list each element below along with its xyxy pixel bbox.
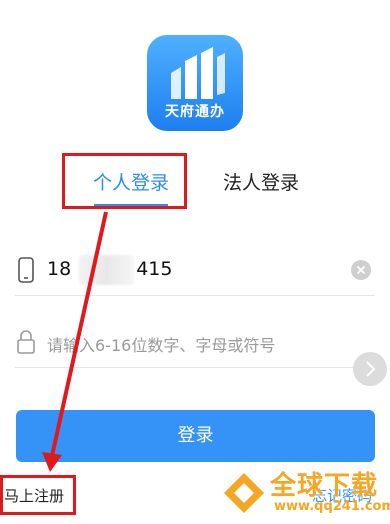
password-divider xyxy=(15,367,375,368)
clear-icon[interactable] xyxy=(351,260,371,280)
chevron-right-icon xyxy=(366,361,376,377)
logo-text: 天府通办 xyxy=(165,104,225,120)
password-placeholder: 请输入6-16位数字、字母或符号 xyxy=(47,336,276,355)
password-field[interactable]: 请输入6-16位数字、字母或符号 xyxy=(15,316,375,368)
phone-value-suffix: 415 xyxy=(136,258,173,280)
phone-value-prefix: 18 xyxy=(47,258,72,280)
watermark-text: 全球下载 xyxy=(270,471,379,501)
chevron-right-button[interactable] xyxy=(353,352,387,386)
app-logo: 天府通办 xyxy=(147,35,243,131)
login-button[interactable]: 登录 xyxy=(16,410,375,462)
lock-icon xyxy=(17,330,35,354)
watermark-url: www.qq241.com xyxy=(274,499,390,514)
phone-redaction xyxy=(79,255,134,285)
annotation-box-register xyxy=(0,475,76,515)
phone-divider xyxy=(15,295,375,296)
annotation-box-tab xyxy=(62,153,187,209)
logo-bars-icon xyxy=(171,47,225,99)
phone-field[interactable]: 18 415 xyxy=(15,244,375,296)
watermark-logo-icon xyxy=(224,473,264,513)
watermark: 全球下载 www.qq241.com xyxy=(222,465,390,524)
tab-legal-login[interactable]: 法人登录 xyxy=(223,168,299,195)
phone-icon xyxy=(18,257,34,283)
